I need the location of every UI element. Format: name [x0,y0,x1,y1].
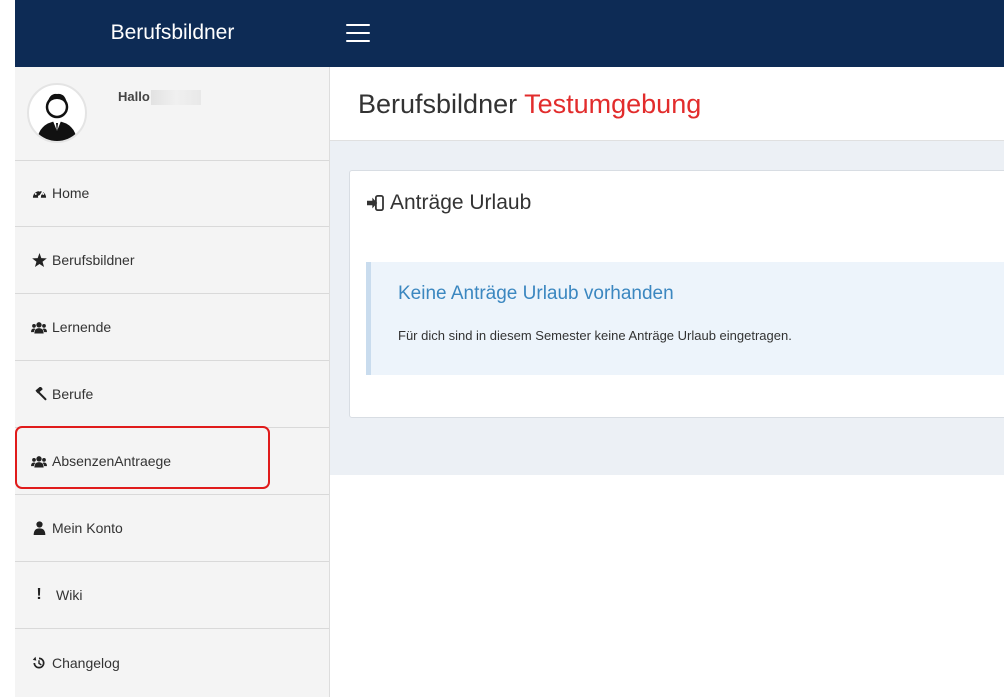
menu-toggle-icon[interactable] [346,22,370,44]
sidebar-item-label: Changelog [52,654,120,671]
page-title-main: Berufsbildner [358,89,518,119]
page-title-accent: Testumgebung [524,89,702,119]
sidebar-item-lernende[interactable]: Lernende [15,294,329,361]
top-navbar: Berufsbildner [15,0,1004,67]
callout-text: Für dich sind in diesem Semester keine A… [398,328,792,343]
callout-title: Keine Anträge Urlaub vorhanden [398,283,674,304]
sidebar-item-berufsbildner[interactable]: Berufsbildner [15,227,329,294]
box-title-text: Anträge Urlaub [390,191,532,214]
sign-in-icon [366,195,384,211]
exclamation-icon: ! [36,586,42,603]
sidebar-item-changelog[interactable]: Changelog [15,629,329,696]
gavel-icon [31,386,47,402]
users-icon [31,453,47,469]
star-icon [31,252,47,268]
sidebar-item-label: Berufe [52,386,94,402]
sidebar-item-mein-konto[interactable]: Mein Konto [15,495,329,562]
history-icon [31,655,47,671]
sidebar-item-label: Berufsbildner [52,252,135,268]
redacted-username [150,90,201,106]
sidebar-item-label: Mein Konto [52,520,123,536]
user-panel: Hallo [15,67,329,161]
content-wrapper: Berufsbildner Testumgebung Anträge Urlau… [330,67,1004,475]
sidebar-item-wiki[interactable]: ! Wiki [15,562,329,629]
users-icon [31,319,47,335]
sidebar-item-label: AbsenzenAntraege [52,453,172,469]
greeting-text: Hallo [118,89,150,104]
sidebar-item-label: Home [52,185,90,201]
user-greeting: Hallo [118,89,201,106]
content-header: Berufsbildner Testumgebung [330,67,1004,141]
brand-logo[interactable]: Berufsbildner [15,0,330,67]
sidebar-item-home[interactable]: Home [15,160,329,227]
info-callout: Keine Anträge Urlaub vorhanden Für dich … [366,262,1004,375]
sidebar: Hallo Home Berufsbildner Lernende Berufe… [15,67,330,697]
avatar [27,83,87,143]
user-icon [31,520,47,536]
sidebar-item-label: Lernende [52,319,112,335]
sidebar-item-label: Wiki [56,587,83,603]
page-title: Berufsbildner Testumgebung [358,89,701,120]
brand-name: Berufsbildner [110,20,235,44]
sidebar-item-absenzenantraege[interactable]: AbsenzenAntraege [15,428,329,495]
requests-box: Anträge Urlaub Keine Anträge Urlaub vorh… [349,170,1004,418]
sidebar-item-berufe[interactable]: Berufe [15,361,329,428]
dashboard-icon [31,185,47,201]
box-title: Anträge Urlaub [366,191,531,215]
